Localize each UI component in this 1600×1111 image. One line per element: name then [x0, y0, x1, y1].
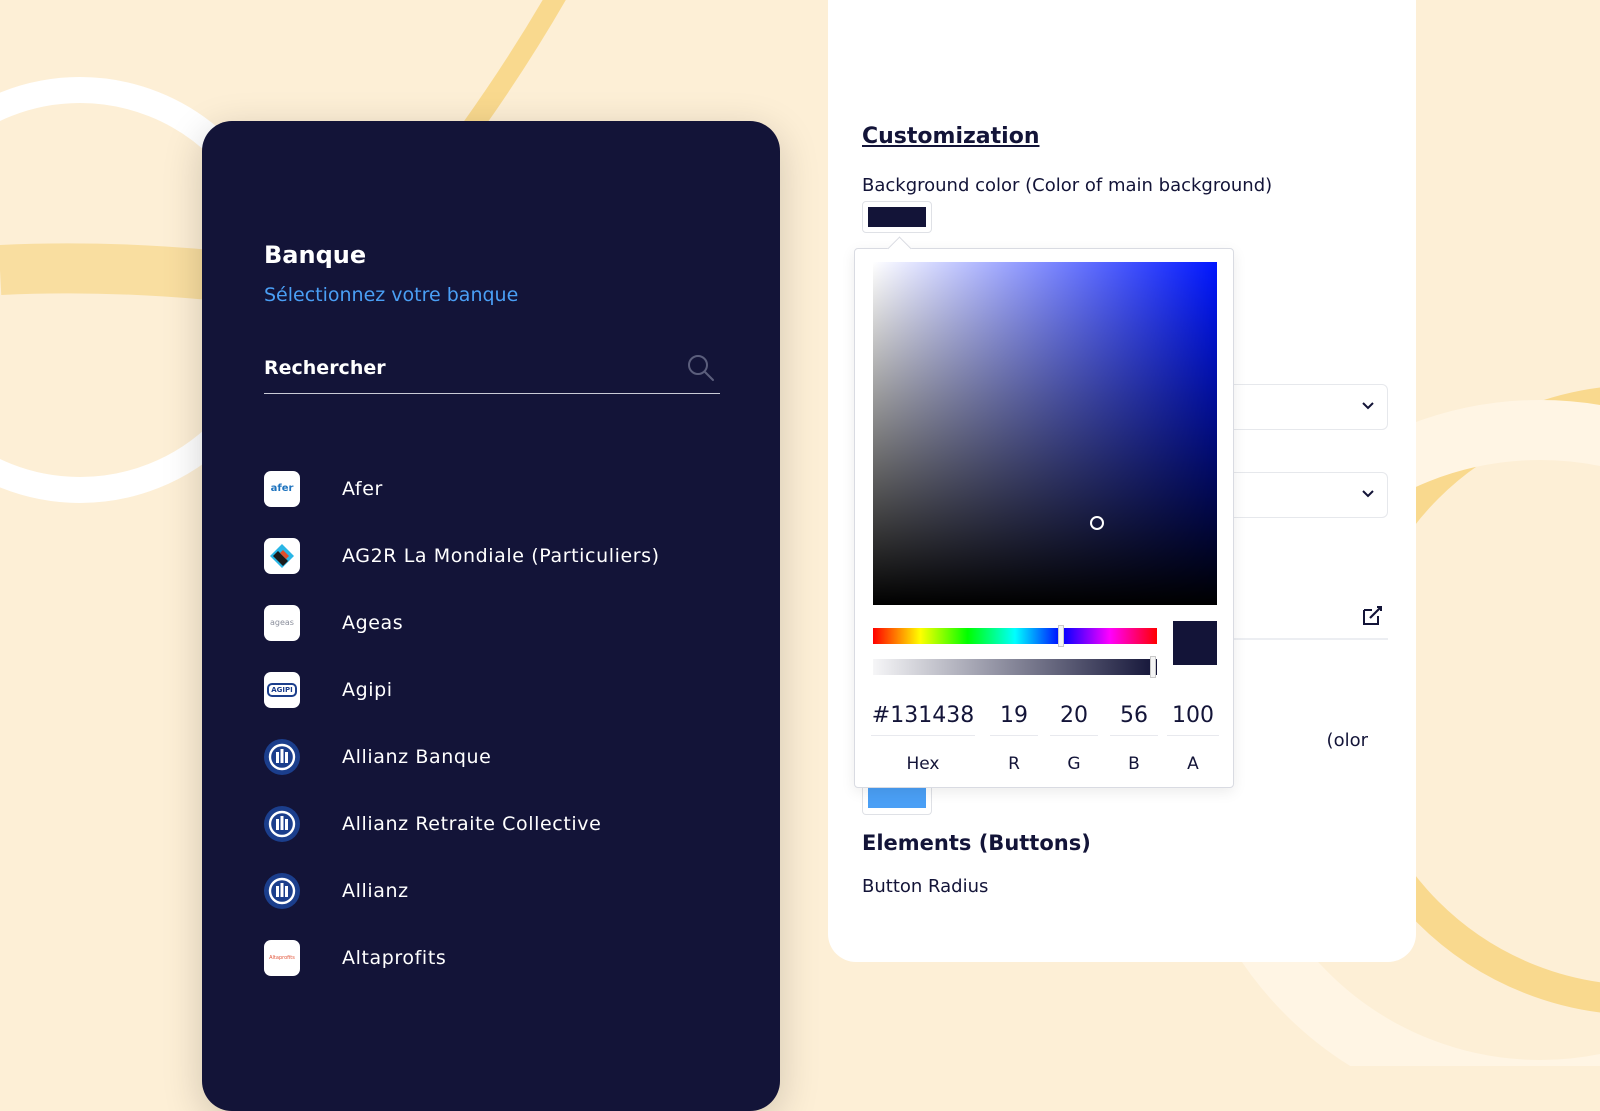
r-input[interactable] — [990, 695, 1038, 736]
background-color-swatch-button[interactable] — [862, 201, 932, 233]
bank-selector-panel: Banque Sélectionnez votre banque afer Af… — [202, 121, 780, 1111]
b-label: B — [1128, 754, 1140, 774]
hue-slider[interactable] — [873, 625, 1157, 647]
bank-item-ag2r[interactable]: AG2R La Mondiale (Particuliers) — [264, 522, 744, 589]
g-label: G — [1067, 754, 1081, 774]
altaprofits-logo: Altaprofits — [264, 939, 300, 976]
bank-name: Agipi — [342, 678, 393, 701]
altaprofits-logo-text: Altaprofits — [269, 954, 295, 961]
bank-name: Allianz Retraite Collective — [342, 812, 602, 835]
bank-name: Afer — [342, 477, 383, 500]
afer-logo-text: afer — [270, 483, 294, 494]
customization-title: Customization — [862, 124, 1040, 149]
bank-item-ageas[interactable]: ageas Ageas — [264, 589, 744, 656]
hue-slider-thumb[interactable] — [1058, 625, 1064, 647]
secondary-color-label: olor) — [1326, 730, 1368, 751]
bank-item-agipi[interactable]: AGIPI Agipi — [264, 656, 744, 723]
search-icon[interactable] — [686, 353, 716, 383]
color-picker-popover: Hex R G B A — [854, 236, 1234, 788]
color-preview-swatch — [1173, 621, 1217, 665]
hex-label: Hex — [906, 754, 940, 774]
g-input[interactable] — [1050, 695, 1098, 736]
bank-list: afer Afer AG2R La Mondiale (Particuliers… — [264, 455, 744, 991]
chevron-down-icon — [1362, 490, 1374, 498]
edit-icon[interactable] — [1360, 604, 1384, 628]
bank-item-afer[interactable]: afer Afer — [264, 455, 744, 522]
dropdown-select-2[interactable] — [1228, 472, 1388, 518]
allianz-logo — [264, 738, 300, 775]
alpha-slider[interactable] — [873, 656, 1157, 678]
saturation-area[interactable] — [873, 262, 1217, 605]
agipi-logo-text: AGIPI — [267, 682, 297, 697]
dropdown-select-1[interactable] — [1228, 384, 1388, 430]
bank-name: AG2R La Mondiale (Particuliers) — [342, 544, 660, 567]
chevron-down-icon — [1362, 402, 1374, 410]
search-input[interactable] — [264, 351, 664, 385]
allianz-logo — [264, 805, 300, 842]
background-color-swatch — [868, 207, 926, 227]
search-field — [264, 351, 720, 394]
bank-item-allianz-retraite[interactable]: Allianz Retraite Collective — [264, 790, 744, 857]
bank-name: Allianz Banque — [342, 745, 492, 768]
bank-item-altaprofits[interactable]: Altaprofits Altaprofits — [264, 924, 744, 991]
elements-section-title: Elements (Buttons) — [862, 831, 1091, 855]
r-label: R — [1008, 754, 1020, 774]
bank-item-allianz-banque[interactable]: Allianz Banque — [264, 723, 744, 790]
background-color-label: Background color (Color of main backgrou… — [862, 175, 1273, 196]
a-input[interactable] — [1167, 695, 1219, 736]
saturation-handle[interactable] — [1090, 516, 1104, 530]
button-radius-label: Button Radius — [862, 876, 989, 897]
allianz-logo — [264, 872, 300, 909]
bank-name: Ageas — [342, 611, 404, 634]
afer-logo: afer — [264, 470, 300, 507]
alpha-slider-thumb[interactable] — [1150, 656, 1156, 678]
ag2r-logo — [264, 537, 300, 574]
bank-name: Altaprofits — [342, 946, 447, 969]
hex-input[interactable] — [871, 695, 975, 736]
agipi-logo: AGIPI — [264, 671, 300, 708]
b-input[interactable] — [1110, 695, 1158, 736]
ageas-logo: ageas — [264, 604, 300, 641]
bank-name: Allianz — [342, 879, 409, 902]
a-label: A — [1187, 754, 1199, 774]
ageas-logo-text: ageas — [270, 618, 294, 627]
input-underline — [1228, 638, 1388, 640]
bank-subtitle: Sélectionnez votre banque — [264, 284, 519, 306]
bank-title: Banque — [264, 241, 367, 269]
bank-item-allianz[interactable]: Allianz — [264, 857, 744, 924]
